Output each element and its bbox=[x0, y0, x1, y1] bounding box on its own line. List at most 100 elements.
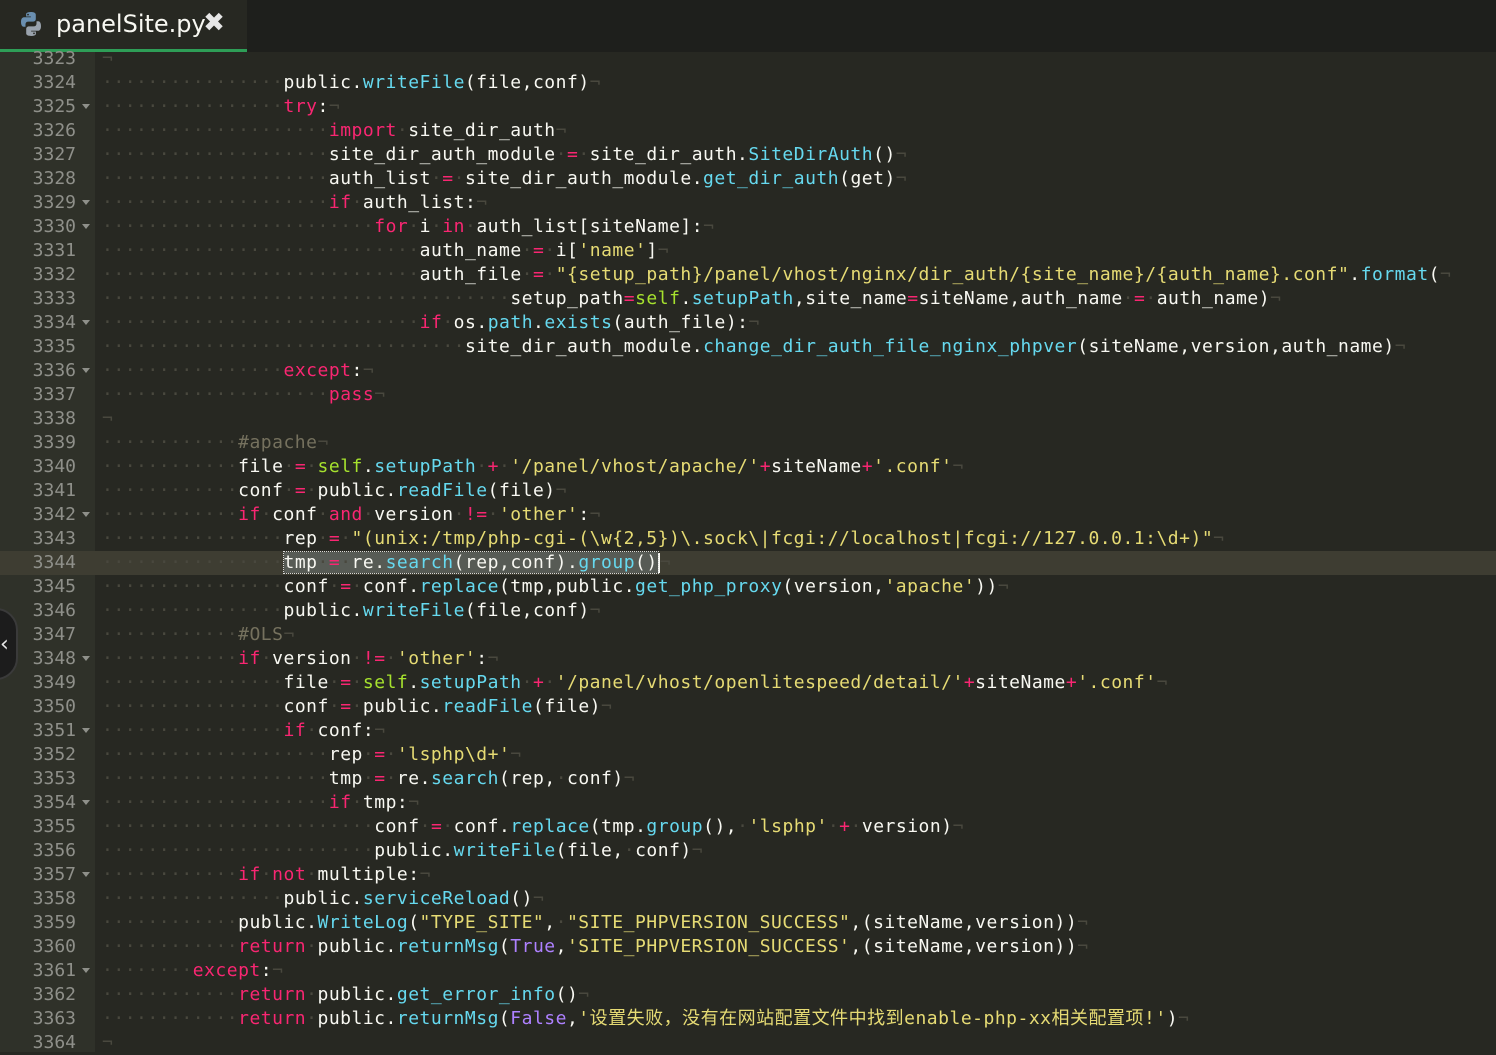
fold-arrow-icon[interactable] bbox=[82, 656, 90, 661]
fold-arrow-icon[interactable] bbox=[82, 200, 90, 205]
code-line[interactable]: 3338 ¬ bbox=[0, 407, 1496, 431]
fold-arrow-icon[interactable] bbox=[82, 320, 90, 325]
line-number[interactable]: 3330 bbox=[0, 215, 76, 239]
code-line[interactable]: 3342 ············if·conf·and·version·!=·'… bbox=[0, 503, 1496, 527]
line-number[interactable]: 3336 bbox=[0, 359, 76, 383]
code-line[interactable]: 3333 ····································… bbox=[0, 287, 1496, 311]
code-text: ············if·version·!=·'other':¬ bbox=[102, 648, 499, 669]
line-number[interactable]: 3340 bbox=[0, 455, 76, 479]
line-number[interactable]: 3326 bbox=[0, 119, 76, 143]
code-line[interactable]: 3362 ············return·public.get_error_… bbox=[0, 983, 1496, 1007]
line-number[interactable]: 3324 bbox=[0, 71, 76, 95]
line-number[interactable]: 3334 bbox=[0, 311, 76, 335]
code-line[interactable]: 3359 ············public.WriteLog("TYPE_SI… bbox=[0, 911, 1496, 935]
line-number[interactable]: 3333 bbox=[0, 287, 76, 311]
code-line[interactable]: 3326 ····················import·site_dir_… bbox=[0, 119, 1496, 143]
code-line[interactable]: 3352 ····················rep·=·'lsphp\d+'… bbox=[0, 743, 1496, 767]
code-line[interactable]: 3340 ············file·=·self.setupPath·+·… bbox=[0, 455, 1496, 479]
line-number[interactable]: 3337 bbox=[0, 383, 76, 407]
code-line[interactable]: 3363 ············return·public.returnMsg(… bbox=[0, 1007, 1496, 1031]
code-line[interactable]: 3329 ····················if·auth_list:¬ bbox=[0, 191, 1496, 215]
code-line[interactable]: 3360 ············return·public.returnMsg(… bbox=[0, 935, 1496, 959]
fold-arrow-icon[interactable] bbox=[82, 800, 90, 805]
code-line[interactable]: 3341 ············conf·=·public.readFile(f… bbox=[0, 479, 1496, 503]
line-number[interactable]: 3360 bbox=[0, 935, 76, 959]
code-line[interactable]: 3347 ············#OLS¬ bbox=[0, 623, 1496, 647]
code-line[interactable]: 3349 ················file·=·self.setupPat… bbox=[0, 671, 1496, 695]
code-line[interactable]: 3330 ························for·i·in·aut… bbox=[0, 215, 1496, 239]
code-line[interactable]: 3334 ····························if·os.pa… bbox=[0, 311, 1496, 335]
code-line[interactable]: 3336 ················except:¬ bbox=[0, 359, 1496, 383]
tab-panelsite[interactable]: panelSite.py ✖ bbox=[0, 0, 247, 52]
line-number[interactable]: 3357 bbox=[0, 863, 76, 887]
line-number[interactable]: 3345 bbox=[0, 575, 76, 599]
fold-arrow-icon[interactable] bbox=[82, 224, 90, 229]
line-number[interactable]: 3339 bbox=[0, 431, 76, 455]
line-number[interactable]: 3323 bbox=[0, 47, 76, 71]
fold-arrow-icon[interactable] bbox=[82, 104, 90, 109]
code-line[interactable]: 3339 ············#apache¬ bbox=[0, 431, 1496, 455]
line-number[interactable]: 3342 bbox=[0, 503, 76, 527]
code-line[interactable]: 3343 ················rep·=·"(unix:/tmp/ph… bbox=[0, 527, 1496, 551]
line-number[interactable]: 3332 bbox=[0, 263, 76, 287]
line-number[interactable]: 3363 bbox=[0, 1007, 76, 1031]
line-number[interactable]: 3353 bbox=[0, 767, 76, 791]
fold-arrow-icon[interactable] bbox=[82, 368, 90, 373]
code-line[interactable]: 3337 ····················pass¬ bbox=[0, 383, 1496, 407]
code-line[interactable]: 3354 ····················if·tmp:¬ bbox=[0, 791, 1496, 815]
line-number[interactable]: 3343 bbox=[0, 527, 76, 551]
fold-arrow-icon[interactable] bbox=[82, 872, 90, 877]
code-line[interactable]: 3364 ¬ bbox=[0, 1031, 1496, 1055]
line-number[interactable]: 3344 bbox=[0, 551, 76, 575]
fold-arrow-icon[interactable] bbox=[82, 728, 90, 733]
code-line[interactable]: 3361 ········except:¬ bbox=[0, 959, 1496, 983]
fold-arrow-icon[interactable] bbox=[82, 968, 90, 973]
code-line[interactable]: 3358 ················public.serviceReload… bbox=[0, 887, 1496, 911]
line-number[interactable]: 3351 bbox=[0, 719, 76, 743]
code-line[interactable]: 3335 ································site… bbox=[0, 335, 1496, 359]
code-line[interactable]: 3355 ························conf·=·conf.… bbox=[0, 815, 1496, 839]
line-number[interactable]: 3364 bbox=[0, 1031, 76, 1055]
line-number[interactable]: 3341 bbox=[0, 479, 76, 503]
code-line[interactable]: 3332 ····························auth_fil… bbox=[0, 263, 1496, 287]
code-line[interactable]: 3324 ················public.writeFile(fil… bbox=[0, 71, 1496, 95]
close-icon[interactable]: ✖ bbox=[202, 8, 226, 38]
line-number[interactable]: 3335 bbox=[0, 335, 76, 359]
code-line[interactable]: 3325 ················try:¬ bbox=[0, 95, 1496, 119]
code-line[interactable]: 3353 ····················tmp·=·re.search(… bbox=[0, 767, 1496, 791]
code-line[interactable]: 3327 ····················site_dir_auth_mo… bbox=[0, 143, 1496, 167]
line-number[interactable]: 3352 bbox=[0, 743, 76, 767]
code-line[interactable]: 3348 ············if·version·!=·'other':¬ bbox=[0, 647, 1496, 671]
line-number[interactable]: 3359 bbox=[0, 911, 76, 935]
code-line[interactable]: 3346 ················public.writeFile(fil… bbox=[0, 599, 1496, 623]
code-line[interactable]: 3323 ¬ bbox=[0, 47, 1496, 71]
code-line[interactable]: 3328 ····················auth_list·=·site… bbox=[0, 167, 1496, 191]
code-line[interactable]: 3351 ················if·conf:¬ bbox=[0, 719, 1496, 743]
line-number[interactable]: 3338 bbox=[0, 407, 76, 431]
fold-arrow-icon[interactable] bbox=[82, 512, 90, 517]
code-line[interactable]: 3344 ················tmp·=·re.search(rep,… bbox=[0, 551, 1496, 575]
code-line[interactable]: 3356 ························public.write… bbox=[0, 839, 1496, 863]
line-number[interactable]: 3328 bbox=[0, 167, 76, 191]
code-text: ············#OLS¬ bbox=[102, 624, 295, 645]
code-line[interactable]: 3350 ················conf·=·public.readFi… bbox=[0, 695, 1496, 719]
line-number[interactable]: 3358 bbox=[0, 887, 76, 911]
code-text: ············return·public.get_error_info… bbox=[102, 984, 590, 1005]
line-number[interactable]: 3325 bbox=[0, 95, 76, 119]
line-number[interactable]: 3331 bbox=[0, 239, 76, 263]
line-number[interactable]: 3327 bbox=[0, 143, 76, 167]
code-text: ············return·public.returnMsg(Fals… bbox=[102, 1008, 1190, 1029]
line-number[interactable]: 3329 bbox=[0, 191, 76, 215]
line-number[interactable]: 3355 bbox=[0, 815, 76, 839]
line-number[interactable]: 3362 bbox=[0, 983, 76, 1007]
line-number[interactable]: 3349 bbox=[0, 671, 76, 695]
code-editor[interactable]: 3323 ¬ 3324 ················public.writeFil… bbox=[0, 48, 1496, 1055]
line-number[interactable]: 3354 bbox=[0, 791, 76, 815]
line-number[interactable]: 3361 bbox=[0, 959, 76, 983]
code-line[interactable]: 3357 ············if·not·multiple:¬ bbox=[0, 863, 1496, 887]
code-text: ····························auth_file·=·… bbox=[102, 264, 1452, 285]
line-number[interactable]: 3350 bbox=[0, 695, 76, 719]
line-number[interactable]: 3356 bbox=[0, 839, 76, 863]
code-line[interactable]: 3345 ················conf·=·conf.replace(… bbox=[0, 575, 1496, 599]
code-line[interactable]: 3331 ····························auth_nam… bbox=[0, 239, 1496, 263]
